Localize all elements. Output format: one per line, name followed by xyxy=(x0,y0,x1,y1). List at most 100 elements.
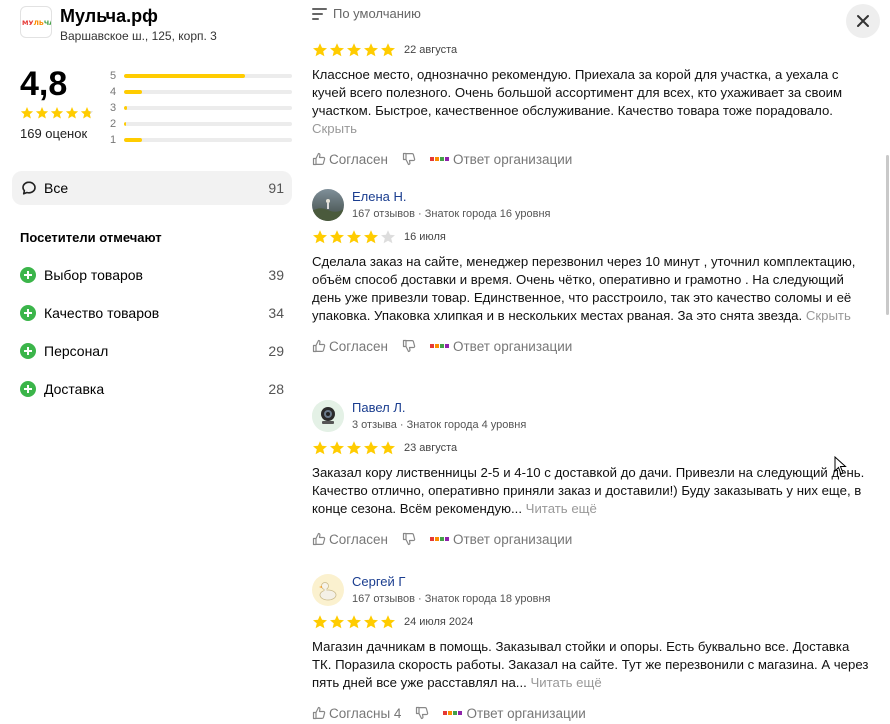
review-text: Сделала заказ на сайте, менеджер перезво… xyxy=(312,253,872,325)
rating-bar-track xyxy=(124,138,292,142)
like-label: Согласен xyxy=(329,338,388,354)
rating-value: 4,8 xyxy=(20,65,68,103)
dislike-button[interactable] xyxy=(402,152,416,166)
org-reply-label: Ответ организации xyxy=(452,531,573,547)
avatar[interactable] xyxy=(312,189,344,221)
star-icon xyxy=(347,615,361,629)
plus-icon xyxy=(20,267,36,283)
org-reply-button[interactable]: Ответ организации xyxy=(429,338,573,354)
star-icon xyxy=(381,43,395,57)
org-reply-button[interactable]: Ответ организации xyxy=(429,152,572,167)
thumbs-up-icon xyxy=(312,152,326,166)
review-author-name[interactable]: Сергей Г xyxy=(352,574,550,590)
org-reply-label: Ответ организации xyxy=(452,338,573,354)
like-button[interactable]: Согласны 4 xyxy=(312,706,401,721)
dislike-button[interactable] xyxy=(402,339,416,353)
sort-label: По умолчанию xyxy=(333,6,421,21)
visitor-tags: Выбор товаров 39 Качество товаров 34 Пер… xyxy=(20,256,284,408)
review-toggle-link[interactable]: Читать ещё xyxy=(526,501,597,516)
tag-item[interactable]: Доставка 28 xyxy=(20,370,284,408)
rating-distribution: 5 4 3 2 1 xyxy=(110,68,292,148)
rating-bar-fill xyxy=(124,138,143,142)
star-icon xyxy=(313,43,327,57)
review-actions: Согласен Ответ организации xyxy=(312,333,872,359)
review-card: 22 августа Классное место, однозначно ре… xyxy=(312,36,872,172)
like-label: Согласны 4 xyxy=(329,705,402,721)
org-name[interactable]: Мульча.рф xyxy=(60,6,217,26)
filter-all-reviews[interactable]: Все 91 xyxy=(12,171,292,205)
review-author-level: 167 отзывов · Знаток города 18 уровня xyxy=(352,593,551,605)
like-button[interactable]: Согласен xyxy=(312,532,388,547)
like-label: Согласен xyxy=(329,151,388,167)
review-text: Магазин дачникам в помощь. Заказывал сто… xyxy=(312,638,872,692)
review-actions: Согласен Ответ организации xyxy=(312,146,872,172)
review-text-body: Сделала заказ на сайте, менеджер перезво… xyxy=(312,254,856,323)
sort-dropdown[interactable]: По умолчанию xyxy=(312,6,421,21)
review-toggle-link[interactable]: Скрыть xyxy=(312,121,357,136)
review-stars xyxy=(312,440,396,456)
tag-item[interactable]: Выбор товаров 39 xyxy=(20,256,284,294)
avatar[interactable] xyxy=(312,400,344,432)
star-icon xyxy=(330,441,344,455)
star-icon xyxy=(364,43,378,57)
tag-item[interactable]: Качество товаров 34 xyxy=(20,294,284,332)
rating-bar-label: 4 xyxy=(110,86,117,98)
review-stars xyxy=(312,42,396,58)
org-address: Варшавское ш., 125, корп. 3 xyxy=(60,29,217,43)
org-logo: МУЛЬЧА.РФ xyxy=(20,6,52,38)
star-icon xyxy=(364,615,378,629)
org-reply-label: Ответ организации xyxy=(466,705,586,721)
like-label: Согласен xyxy=(329,531,388,547)
like-button[interactable]: Согласен xyxy=(312,339,388,354)
plus-icon xyxy=(20,381,36,397)
tag-label: Персонал xyxy=(44,343,109,359)
star-icon xyxy=(364,230,378,244)
review-date: 23 августа xyxy=(404,442,458,454)
org-mini-logo xyxy=(429,532,450,546)
scrollbar-thumb[interactable] xyxy=(886,155,889,315)
review-rating: 22 августа xyxy=(312,40,872,60)
filter-all-label: Все xyxy=(44,180,69,196)
star-icon xyxy=(381,615,395,629)
review-toggle-link[interactable]: Читать ещё xyxy=(530,675,601,690)
dislike-button[interactable] xyxy=(402,532,416,546)
review-toggle-link[interactable]: Скрыть xyxy=(806,308,851,323)
rating-bar-track xyxy=(124,74,292,78)
thumbs-down-icon xyxy=(415,706,429,720)
review-stars xyxy=(312,614,396,630)
star-icon xyxy=(20,107,34,119)
review-text: Классное место, однозначно рекомендую. П… xyxy=(312,66,872,138)
star-icon xyxy=(313,230,327,244)
thumbs-up-icon xyxy=(312,706,326,720)
rating-bar-row: 1 xyxy=(110,132,292,148)
star-icon xyxy=(313,615,327,629)
org-header: МУЛЬЧА.РФ Мульча.рф Варшавское ш., 125, … xyxy=(20,6,217,43)
tag-count: 39 xyxy=(268,267,284,283)
org-mini-logo xyxy=(429,152,450,166)
avatar[interactable] xyxy=(312,574,344,606)
star-icon xyxy=(50,107,64,119)
plus-icon xyxy=(20,343,36,359)
org-reply-button[interactable]: Ответ организации xyxy=(443,705,586,721)
tag-count: 29 xyxy=(268,343,284,359)
rating-summary: 4,8 169 оценок 5 4 3 2 1 xyxy=(20,64,292,146)
dislike-button[interactable] xyxy=(415,706,429,720)
review-date: 16 июля xyxy=(404,231,446,243)
star-icon xyxy=(65,107,79,119)
review-author-name[interactable]: Павел Л. xyxy=(352,400,526,416)
like-button[interactable]: Согласен xyxy=(312,152,388,167)
org-reply-button[interactable]: Ответ организации xyxy=(429,531,573,547)
close-icon xyxy=(857,15,869,27)
review-rating: 23 августа xyxy=(312,438,872,458)
rating-bar-label: 5 xyxy=(110,70,117,82)
review-author-name[interactable]: Елена Н. xyxy=(352,189,550,205)
left-panel: МУЛЬЧА.РФ Мульча.рф Варшавское ш., 125, … xyxy=(0,0,300,724)
tag-item[interactable]: Персонал 29 xyxy=(20,332,284,370)
rating-bar-track xyxy=(124,106,292,110)
close-button[interactable] xyxy=(846,4,880,38)
review-date: 24 июля 2024 xyxy=(404,616,474,628)
star-icon xyxy=(330,615,344,629)
review-rating: 16 июля xyxy=(312,227,872,247)
rating-bar-fill xyxy=(124,122,126,126)
star-icon xyxy=(80,107,94,119)
